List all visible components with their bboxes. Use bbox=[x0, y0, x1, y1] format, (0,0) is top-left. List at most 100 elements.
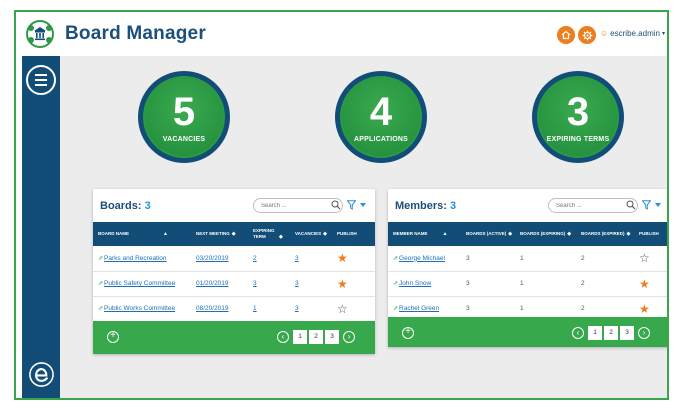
page-button[interactable]: 2 bbox=[604, 326, 618, 340]
page-button[interactable]: 2 bbox=[309, 330, 323, 344]
vacancies-link[interactable]: 3 bbox=[295, 280, 299, 287]
kpi-circle: 4 APPLICATIONS bbox=[340, 76, 422, 158]
column-header-vacancies[interactable]: VACANCIES ◆ bbox=[290, 222, 332, 246]
next-page-button[interactable]: › bbox=[343, 331, 355, 343]
next-meeting-link[interactable]: 01/20/2019 bbox=[196, 280, 229, 287]
boards-panel: Boards: 3 BOARD NAME▲ NEXT MEETING◆ EXPI… bbox=[93, 189, 375, 354]
search-icon[interactable] bbox=[626, 200, 636, 210]
plus-icon: + bbox=[405, 326, 411, 337]
page-button[interactable]: 3 bbox=[620, 326, 634, 340]
column-header-publish: PUBLISH bbox=[332, 222, 375, 246]
member-name-cell: ⇗George Michael bbox=[388, 246, 461, 271]
board-name-link[interactable]: Parks and Recreation bbox=[104, 255, 167, 262]
member-name-link[interactable]: Rachel Green bbox=[399, 305, 439, 312]
expiring-term-cell: 1 bbox=[248, 296, 290, 321]
board-name-link[interactable]: Public Safety Committee bbox=[104, 280, 175, 287]
column-header-boards-expired[interactable]: BOARDS (EXPIRED) ◆ bbox=[576, 222, 634, 246]
add-board-button[interactable]: + bbox=[107, 331, 119, 343]
page-button[interactable]: 3 bbox=[325, 330, 339, 344]
external-link-icon: ⇗ bbox=[393, 255, 399, 262]
next-meeting-link[interactable]: 08/20/2019 bbox=[196, 305, 229, 312]
filter-dropdown-caret-icon[interactable] bbox=[360, 203, 366, 207]
column-header-boards-active[interactable]: BOARDS (ACTIVE) ◆ bbox=[461, 222, 515, 246]
star-filled-icon[interactable]: ★ bbox=[337, 251, 348, 265]
member-name-link[interactable]: John Snow bbox=[399, 280, 431, 287]
search-icon[interactable] bbox=[331, 200, 341, 210]
vacancies-link[interactable]: 3 bbox=[295, 255, 299, 262]
previous-page-button[interactable]: ‹ bbox=[277, 331, 289, 343]
sort-up-icon: ▲ bbox=[442, 231, 448, 237]
column-header-label: BOARDS (ACTIVE) bbox=[466, 231, 507, 236]
hamburger-menu-button[interactable] bbox=[26, 65, 56, 95]
star-filled-icon[interactable]: ★ bbox=[639, 277, 650, 291]
boards-title: Boards: 3 bbox=[100, 200, 151, 212]
top-header: Board Manager ☺ escribe.admin ▾ bbox=[16, 12, 667, 56]
app-window: Board Manager ☺ escribe.admin ▾ 5 VACANC… bbox=[14, 10, 669, 400]
page-button[interactable]: 1 bbox=[293, 330, 307, 344]
board-name-cell: ⇗Parks and Recreation bbox=[93, 246, 191, 271]
column-header-boards-expiring[interactable]: BOARDS (EXPIRING) ◆ bbox=[515, 222, 576, 246]
expiring-term-link[interactable]: 1 bbox=[253, 305, 257, 312]
members-title-label: Members: bbox=[395, 200, 447, 212]
star-outline-icon[interactable]: ☆ bbox=[639, 251, 650, 265]
star-outline-icon[interactable]: ☆ bbox=[337, 302, 348, 316]
hamburger-menu-icon-bar bbox=[35, 84, 47, 86]
home-icon bbox=[561, 30, 571, 40]
boards-active-cell: 3 bbox=[466, 280, 470, 287]
user-icon: ☺ bbox=[600, 29, 609, 38]
kpi-label: EXPIRING TERMS bbox=[546, 135, 610, 143]
kpi-label: APPLICATIONS bbox=[354, 135, 408, 143]
expiring-term-link[interactable]: 2 bbox=[253, 255, 257, 262]
board-name-link[interactable]: Public Works Committee bbox=[104, 305, 175, 312]
sort-icon: ◆ bbox=[323, 231, 328, 237]
column-header-label: BOARDS (EXPIRED) bbox=[581, 231, 625, 236]
expiring-term-link[interactable]: 3 bbox=[253, 280, 257, 287]
next-meeting-link[interactable]: 03/20/2019 bbox=[196, 255, 229, 262]
username: escribe.admin bbox=[610, 29, 660, 38]
sort-icon: ◆ bbox=[626, 231, 631, 237]
add-member-button[interactable]: + bbox=[402, 327, 414, 339]
kpi-label: VACANCIES bbox=[162, 135, 206, 143]
previous-page-button[interactable]: ‹ bbox=[572, 327, 584, 339]
star-filled-icon[interactable]: ★ bbox=[337, 277, 348, 291]
star-filled-icon[interactable]: ★ bbox=[639, 302, 650, 316]
member-name-link[interactable]: George Michael bbox=[399, 255, 445, 262]
chevron-down-icon: ▾ bbox=[661, 31, 665, 37]
boards-footer: + ‹ 1 2 3 › bbox=[93, 321, 375, 354]
publish-cell: ☆ bbox=[634, 246, 667, 271]
vacancies-cell: 3 bbox=[290, 271, 332, 296]
board-name-cell: ⇗Public Works Committee bbox=[93, 296, 191, 321]
kpi-circle: 3 EXPIRING TERMS bbox=[537, 76, 619, 158]
boards-search-input[interactable] bbox=[253, 198, 343, 213]
next-page-button[interactable]: › bbox=[638, 327, 650, 339]
kpi-applications[interactable]: 4 APPLICATIONS bbox=[335, 71, 427, 163]
publish-cell: ☆ bbox=[332, 296, 375, 321]
members-count: 3 bbox=[450, 200, 457, 212]
filter-dropdown-caret-icon[interactable] bbox=[655, 203, 661, 207]
members-title: Members: 3 bbox=[395, 200, 456, 212]
home-button[interactable] bbox=[557, 26, 575, 44]
plus-icon: + bbox=[110, 330, 116, 341]
column-header-board-name[interactable]: BOARD NAME ▲ bbox=[93, 222, 191, 246]
sort-icon: ◆ bbox=[231, 231, 236, 237]
publish-cell: ★ bbox=[634, 271, 667, 296]
column-header-next-meeting[interactable]: NEXT MEETING ◆ bbox=[191, 222, 248, 246]
user-menu[interactable]: ☺ escribe.admin ▾ bbox=[600, 29, 665, 38]
table-header-row: BOARD NAME ▲ NEXT MEETING ◆ EXPIRING TERM ◆… bbox=[93, 222, 375, 246]
table-row: ⇗Public Works Committee 08/20/2019 1 3 ☆ bbox=[93, 296, 375, 321]
kpi-expiring-terms[interactable]: 3 EXPIRING TERMS bbox=[532, 71, 624, 163]
publish-cell: ★ bbox=[332, 271, 375, 296]
page-button[interactable]: 1 bbox=[588, 326, 602, 340]
boards-expiring-cell: 1 bbox=[520, 280, 524, 287]
members-search-input[interactable] bbox=[548, 198, 638, 213]
kpi-vacancies[interactable]: 5 VACANCIES bbox=[138, 71, 230, 163]
vacancies-link[interactable]: 3 bbox=[295, 305, 299, 312]
column-header-label: BOARD NAME bbox=[98, 231, 129, 236]
board-manager-logo-icon bbox=[26, 20, 54, 48]
column-header-member-name[interactable]: MEMBER NAME ▲ bbox=[388, 222, 461, 246]
kpi-value: 5 bbox=[172, 89, 196, 134]
settings-button[interactable] bbox=[578, 26, 596, 44]
column-header-expiring-term[interactable]: EXPIRING TERM ◆ bbox=[248, 222, 290, 246]
vacancies-cell: 3 bbox=[290, 296, 332, 321]
hamburger-menu-icon-bar bbox=[35, 79, 47, 81]
